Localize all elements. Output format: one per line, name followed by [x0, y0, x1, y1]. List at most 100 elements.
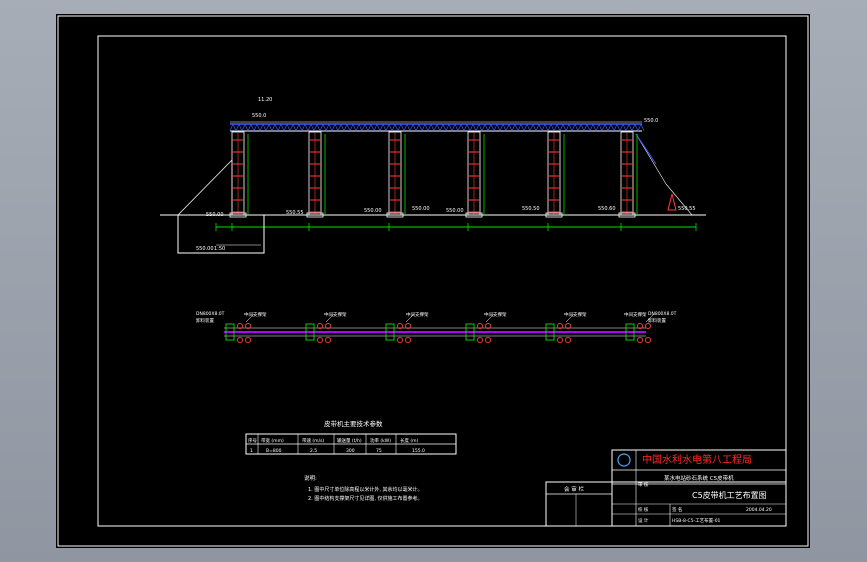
- truss-diagonal: [388, 123, 393, 132]
- truss-diagonal: [586, 123, 591, 132]
- note-item: 2. 图中结构支撑架尺寸见详图, 仅供施工布置参考。: [308, 495, 423, 502]
- truss-diagonal: [448, 123, 453, 132]
- truss-diagonal: [256, 123, 261, 132]
- spec-table: 皮带机主要技术参数 序号 带宽 (mm) 带速 (m/s) 输送量 (t/h) …: [245, 419, 457, 455]
- truss-diagonal: [604, 123, 609, 132]
- elevation-label: 550.00: [446, 208, 464, 214]
- scale-note: 1:50: [214, 246, 225, 252]
- truss-diagonal: [610, 123, 615, 132]
- elevation-label: 550.00: [196, 246, 214, 252]
- truss-diagonal: [370, 123, 375, 132]
- drawing-date: 2004.04.20: [746, 507, 772, 513]
- title-block: 中国水利水电第八工程局 某水电站砂石系统 C5皮带机 会 审 栏 C5皮带机工艺…: [545, 449, 787, 527]
- spec-header: 带速 (m/s): [302, 438, 324, 444]
- plan-view: DN800X8.0T 卸料装置 DN800X8.0T 卸料装置 中间支撑架 中间…: [196, 311, 677, 344]
- truss-diagonal: [637, 123, 642, 132]
- plan-callout: 中间支撑架: [624, 311, 647, 318]
- truss-diagonal: [364, 123, 369, 132]
- elevation-label: 550.0: [252, 113, 266, 119]
- truss-diagonal: [307, 123, 312, 132]
- truss-diagonal: [622, 123, 627, 132]
- truss-diagonal: [334, 123, 339, 132]
- truss-diagonal: [238, 123, 243, 132]
- truss-diagonal: [484, 123, 489, 132]
- drawing-viewport[interactable]: 11.20 550.0 550.0 550.00 550.55 550.00 5…: [56, 14, 810, 548]
- truss-diagonal: [454, 123, 459, 132]
- truss-diagonal: [535, 123, 540, 132]
- truss-diagonal: [268, 123, 273, 132]
- truss-diagonal: [316, 123, 321, 132]
- inner-border: [97, 35, 787, 527]
- truss-diagonal: [571, 123, 576, 132]
- drawing-number: HSB-8-C5-工艺布置-01: [672, 517, 721, 524]
- truss-diagonal: [283, 123, 288, 132]
- plan-bolt: [404, 336, 412, 344]
- truss-diagonal: [397, 123, 402, 132]
- truss-diagonal: [427, 123, 432, 132]
- plan-callout: 中间支撑架: [484, 311, 507, 318]
- truss-diagonal: [310, 123, 315, 132]
- truss-diagonal: [406, 123, 411, 132]
- spec-cell: 75: [376, 448, 382, 454]
- truss-diagonal: [526, 123, 531, 132]
- truss-diagonal: [583, 123, 588, 132]
- truss-diagonal: [229, 123, 234, 132]
- signature-label: 签 名: [672, 506, 682, 513]
- truss-diagonal: [541, 123, 546, 132]
- truss-diagonal: [529, 123, 534, 132]
- truss-diagonal: [433, 123, 438, 132]
- truss-diagonal: [544, 123, 549, 132]
- plan-bolt: [556, 336, 564, 344]
- truss-diagonal: [625, 123, 630, 132]
- role-label: 设 计: [638, 517, 649, 524]
- spec-cell: 2.5: [310, 448, 317, 454]
- truss-diagonal: [298, 123, 303, 132]
- truss-diagonal: [301, 123, 306, 132]
- truss-diagonal: [235, 123, 240, 132]
- truss-diagonal: [451, 123, 456, 132]
- truss-diagonal: [271, 123, 276, 132]
- elevation-label: 11.20: [258, 97, 272, 103]
- truss-diagonal: [628, 123, 633, 132]
- truss-diagonal: [250, 123, 255, 132]
- truss-diagonal: [520, 123, 525, 132]
- elevation-label: 550.0: [644, 118, 658, 124]
- truss-diagonal: [247, 123, 252, 132]
- elevation-label: 550.50: [522, 206, 540, 212]
- truss-diagonal: [481, 123, 486, 132]
- plan-callout: 中间支撑架: [324, 311, 347, 318]
- support-towers: [229, 131, 638, 218]
- spec-cell: 1: [250, 448, 253, 454]
- project-name: 某水电站砂石系统 C5皮带机: [664, 474, 734, 482]
- cad-drawing: 11.20 550.0 550.0 550.00 550.55 550.00 5…: [57, 15, 809, 547]
- truss-diagonal: [292, 123, 297, 132]
- truss-diagonal: [640, 123, 645, 132]
- plan-callout: 中间支撑架: [406, 311, 429, 318]
- plan-bolt: [476, 336, 484, 344]
- truss-diagonal: [385, 123, 390, 132]
- truss-diagonal: [430, 123, 435, 132]
- truss-diagonal: [325, 123, 330, 132]
- truss-diagonal: [337, 123, 342, 132]
- truss-diagonal: [328, 123, 333, 132]
- truss-diagonal: [568, 123, 573, 132]
- plan-bolt: [244, 336, 252, 344]
- truss-diagonal: [589, 123, 594, 132]
- truss-diagonal: [361, 123, 366, 132]
- truss-diagonal: [475, 123, 480, 132]
- plan-bolt: [564, 336, 572, 344]
- spec-header: 序号: [248, 437, 257, 444]
- truss-diagonal: [598, 123, 603, 132]
- truss-diagonal: [502, 123, 507, 132]
- truss-diagonal: [565, 123, 570, 132]
- spec-header: 功率 (kW): [370, 437, 391, 444]
- truss-diagonal: [232, 123, 237, 132]
- plan-callout: 中间支撑架: [564, 311, 587, 318]
- notes-heading: 说明:: [304, 474, 317, 482]
- truss-diagonal: [613, 123, 618, 132]
- truss-diagonal: [490, 123, 495, 132]
- truss-diagonal: [418, 123, 423, 132]
- truss-diagonal: [340, 123, 345, 132]
- plan-bolt: [644, 336, 652, 344]
- truss-diagonal: [286, 123, 291, 132]
